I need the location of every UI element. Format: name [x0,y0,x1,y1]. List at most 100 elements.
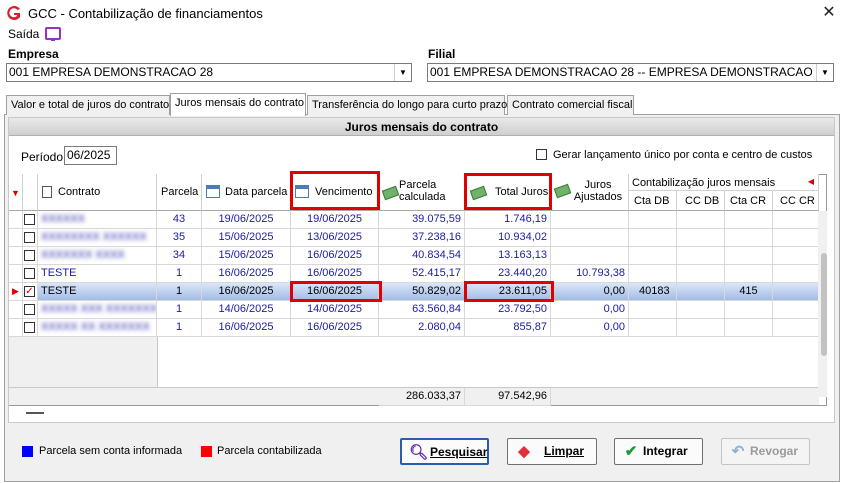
cell-cc-db[interactable] [677,211,725,229]
cell-cc-cr[interactable] [773,301,819,319]
cell-juros-ajustados[interactable]: 10.793,38 [551,265,629,283]
cell-cta-cr[interactable] [725,319,773,337]
cell-data-parcela[interactable]: 14/06/2025 [202,301,291,319]
cell-cc-db[interactable] [677,283,725,301]
row-indicator[interactable] [9,247,23,265]
cell-contrato[interactable]: TESTE [38,283,157,301]
cell-cc-cr[interactable] [773,319,819,337]
cell-parcela[interactable]: 35 [157,229,202,247]
cell-parcela[interactable]: 43 [157,211,202,229]
cell-parcela[interactable]: 1 [157,265,202,283]
cell-juros-ajustados[interactable]: 0,00 [551,283,629,301]
cell-data-parcela[interactable]: 19/06/2025 [202,211,291,229]
cell-vencimento[interactable]: 13/06/2025 [291,229,379,247]
cell-cta-db[interactable] [629,229,677,247]
cell-contrato[interactable]: XXXXX XX XXXXXXX [38,319,157,337]
cell-cc-db[interactable] [677,247,725,265]
tab-contrato-comercial[interactable]: Contrato comercial fiscal [507,95,634,115]
pesquisar-button[interactable]: 🔍︎ Pesquisar [400,438,489,465]
cell-vencimento[interactable]: 16/06/2025 [291,319,379,337]
horizontal-scroll-handle[interactable] [26,412,44,414]
tab-transferencia[interactable]: Transferência do longo para curto prazo [307,95,507,115]
cell-juros-ajustados[interactable] [551,211,629,229]
cell-cta-cr[interactable] [725,229,773,247]
cell-data-parcela[interactable]: 15/06/2025 [202,247,291,265]
header-data-parcela[interactable]: Data parcela [202,174,291,211]
row-indicator[interactable] [9,319,23,337]
cell-juros-ajustados[interactable] [551,229,629,247]
cell-parcela-calculada[interactable]: 39.075,59 [379,211,465,229]
exit-monitor-icon[interactable] [45,27,61,41]
cell-contrato[interactable]: XXXXXXXX XXXXXX [38,229,157,247]
cell-juros-ajustados[interactable]: 0,00 [551,301,629,319]
cell-contrato[interactable]: XXXXX XXX XXXXXXX [38,301,157,319]
cell-juros-ajustados[interactable]: 0,00 [551,319,629,337]
cell-cta-cr[interactable] [725,301,773,319]
cell-vencimento[interactable]: 16/06/2025 [291,247,379,265]
cell-cta-db[interactable] [629,319,677,337]
collapse-arrow-icon[interactable]: ◀ [808,177,814,186]
header-parcela-calculada[interactable]: Parcela calculada [379,174,465,211]
cell-cta-cr[interactable] [725,265,773,283]
cell-contrato[interactable]: TESTE [38,265,157,283]
cell-cc-db[interactable] [677,265,725,283]
cell-cc-db[interactable] [677,229,725,247]
menu-saida[interactable]: Saída [8,27,39,41]
cell-parcela-calculada[interactable]: 40.834,54 [379,247,465,265]
row-checkbox[interactable]: ✓ [24,286,35,297]
cell-cc-db[interactable] [677,301,725,319]
empresa-select[interactable]: 001 EMPRESA DEMONSTRACAO 28 ▼ [6,63,412,82]
row-indicator[interactable] [9,211,23,229]
cell-parcela[interactable]: 1 [157,301,202,319]
header-cta-db[interactable]: Cta DB [629,191,677,211]
cell-cc-db[interactable] [677,319,725,337]
row-indicator[interactable] [9,301,23,319]
chevron-down-icon[interactable]: ▼ [394,64,411,81]
cell-cta-db[interactable]: 40183 [629,283,677,301]
current-row-arrow-icon[interactable]: ▶ [9,283,23,301]
cell-parcela[interactable]: 1 [157,319,202,337]
cell-cta-db[interactable] [629,265,677,283]
cell-vencimento[interactable]: 14/06/2025 [291,301,379,319]
cell-parcela-calculada[interactable]: 50.829,02 [379,283,465,301]
cell-data-parcela[interactable]: 16/06/2025 [202,265,291,283]
cell-vencimento[interactable]: 19/06/2025 [291,211,379,229]
header-cc-cr[interactable]: CC CR [773,191,819,211]
cell-parcela[interactable]: 34 [157,247,202,265]
cell-data-parcela[interactable]: 16/06/2025 [202,319,291,337]
header-parcela[interactable]: Parcela [157,174,202,211]
header-cc-db[interactable]: CC DB [677,191,725,211]
cell-cta-db[interactable] [629,211,677,229]
row-indicator[interactable] [9,229,23,247]
cell-total-juros[interactable]: 1.746,19 [465,211,551,229]
sort-down-icon[interactable]: ▼ [11,188,20,198]
tab-juros-mensais[interactable]: Juros mensais do contrato [170,93,306,116]
cell-juros-ajustados[interactable] [551,247,629,265]
cell-cc-cr[interactable] [773,265,819,283]
cell-cta-cr[interactable] [725,247,773,265]
cell-total-juros[interactable]: 23.792,50 [465,301,551,319]
header-juros-ajustados[interactable]: Juros Ajustados [551,174,629,211]
row-checkbox[interactable] [24,214,35,225]
tab-valor-total-juros[interactable]: Valor e total de juros do contrato [6,95,170,115]
cell-cta-db[interactable] [629,301,677,319]
cell-cc-cr[interactable] [773,211,819,229]
chevron-down-icon[interactable]: ▼ [816,64,833,81]
limpar-button[interactable]: ◆ Limpar [507,438,597,465]
row-indicator[interactable] [9,265,23,283]
cell-data-parcela[interactable]: 16/06/2025 [202,283,291,301]
close-icon[interactable]: ✕ [818,3,840,23]
cell-cta-cr[interactable] [725,211,773,229]
cell-parcela-calculada[interactable]: 63.560,84 [379,301,465,319]
cell-total-juros[interactable]: 10.934,02 [465,229,551,247]
cell-cc-cr[interactable] [773,283,819,301]
periodo-input[interactable]: 06/2025 [64,146,117,165]
cell-parcela-calculada[interactable]: 2.080,04 [379,319,465,337]
row-checkbox[interactable] [24,322,35,333]
row-checkbox[interactable] [24,232,35,243]
cell-cta-db[interactable] [629,247,677,265]
integrar-button[interactable]: ✔ Integrar [614,438,703,465]
cell-cta-cr[interactable]: 415 [725,283,773,301]
cell-total-juros[interactable]: 13.163,13 [465,247,551,265]
header-cta-cr[interactable]: Cta CR [725,191,773,211]
